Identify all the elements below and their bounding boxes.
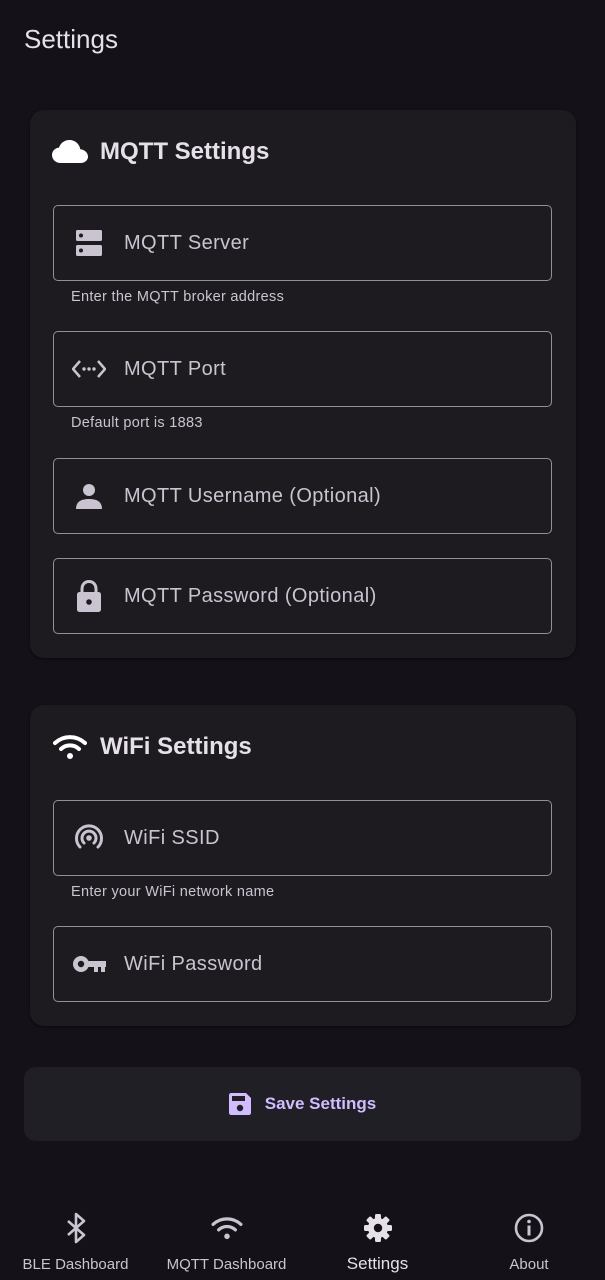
code-arrows-icon [54, 331, 124, 407]
mqtt-port-label: MQTT Port [124, 357, 227, 380]
mqtt-port-helper: Default port is 1883 [71, 415, 203, 431]
mqtt-password-label: MQTT Password (Optional) [124, 584, 377, 607]
person-icon [54, 458, 124, 534]
mqtt-settings-card: MQTT Settings MQTT Server Enter the MQTT… [30, 110, 576, 658]
nav-item-ble-dashboard[interactable]: BLE Dashboard [0, 1180, 151, 1280]
mqtt-server-field[interactable]: MQTT Server [53, 205, 552, 281]
mqtt-username-label: MQTT Username (Optional) [124, 484, 382, 507]
wifi-settings-card: WiFi Settings WiFi SSID Enter your WiFi … [30, 705, 576, 1026]
bottom-navigation: BLE Dashboard MQTT Dashboard Settings Ab… [0, 1180, 605, 1280]
wifi-icon [52, 731, 88, 763]
mqtt-card-title: MQTT Settings [100, 138, 270, 165]
mqtt-card-header: MQTT Settings [52, 136, 269, 168]
wifi-card-title: WiFi Settings [100, 733, 252, 760]
nav-label-ble-dashboard: BLE Dashboard [22, 1256, 129, 1273]
wifi-password-label: WiFi Password [124, 952, 263, 975]
save-settings-label: Save Settings [264, 1094, 377, 1113]
wifi-card-header: WiFi Settings [52, 731, 252, 763]
cloud-icon [52, 136, 88, 168]
nav-label-settings: Settings [346, 1254, 409, 1273]
app-bar: Settings [0, 0, 605, 80]
lock-icon [54, 558, 124, 634]
mqtt-username-field[interactable]: MQTT Username (Optional) [53, 458, 552, 534]
mqtt-port-field[interactable]: MQTT Port [53, 331, 552, 407]
nav-item-about[interactable]: About [453, 1180, 605, 1280]
nav-item-mqtt-dashboard[interactable]: MQTT Dashboard [151, 1180, 302, 1280]
wifi-ssid-label: WiFi SSID [124, 826, 220, 849]
nav-label-mqtt-dashboard: MQTT Dashboard [166, 1256, 287, 1273]
server-icon [54, 205, 124, 281]
page-title: Settings [24, 24, 118, 54]
mqtt-password-field[interactable]: MQTT Password (Optional) [53, 558, 552, 634]
bluetooth-icon [65, 1210, 87, 1246]
wifi-ssid-field[interactable]: WiFi SSID [53, 800, 552, 876]
nav-label-about: About [509, 1256, 549, 1273]
info-icon [514, 1210, 544, 1246]
save-settings-button[interactable]: Save Settings [24, 1067, 581, 1141]
key-icon [54, 926, 124, 1002]
signal-icon [54, 800, 124, 876]
wifi-password-field[interactable]: WiFi Password [53, 926, 552, 1002]
mqtt-server-helper: Enter the MQTT broker address [71, 289, 285, 305]
gear-icon [363, 1210, 393, 1246]
wifi-icon [210, 1210, 243, 1246]
nav-item-settings[interactable]: Settings [302, 1180, 453, 1280]
save-icon [228, 1093, 251, 1115]
mqtt-server-label: MQTT Server [124, 231, 250, 254]
wifi-ssid-helper: Enter your WiFi network name [71, 884, 275, 900]
